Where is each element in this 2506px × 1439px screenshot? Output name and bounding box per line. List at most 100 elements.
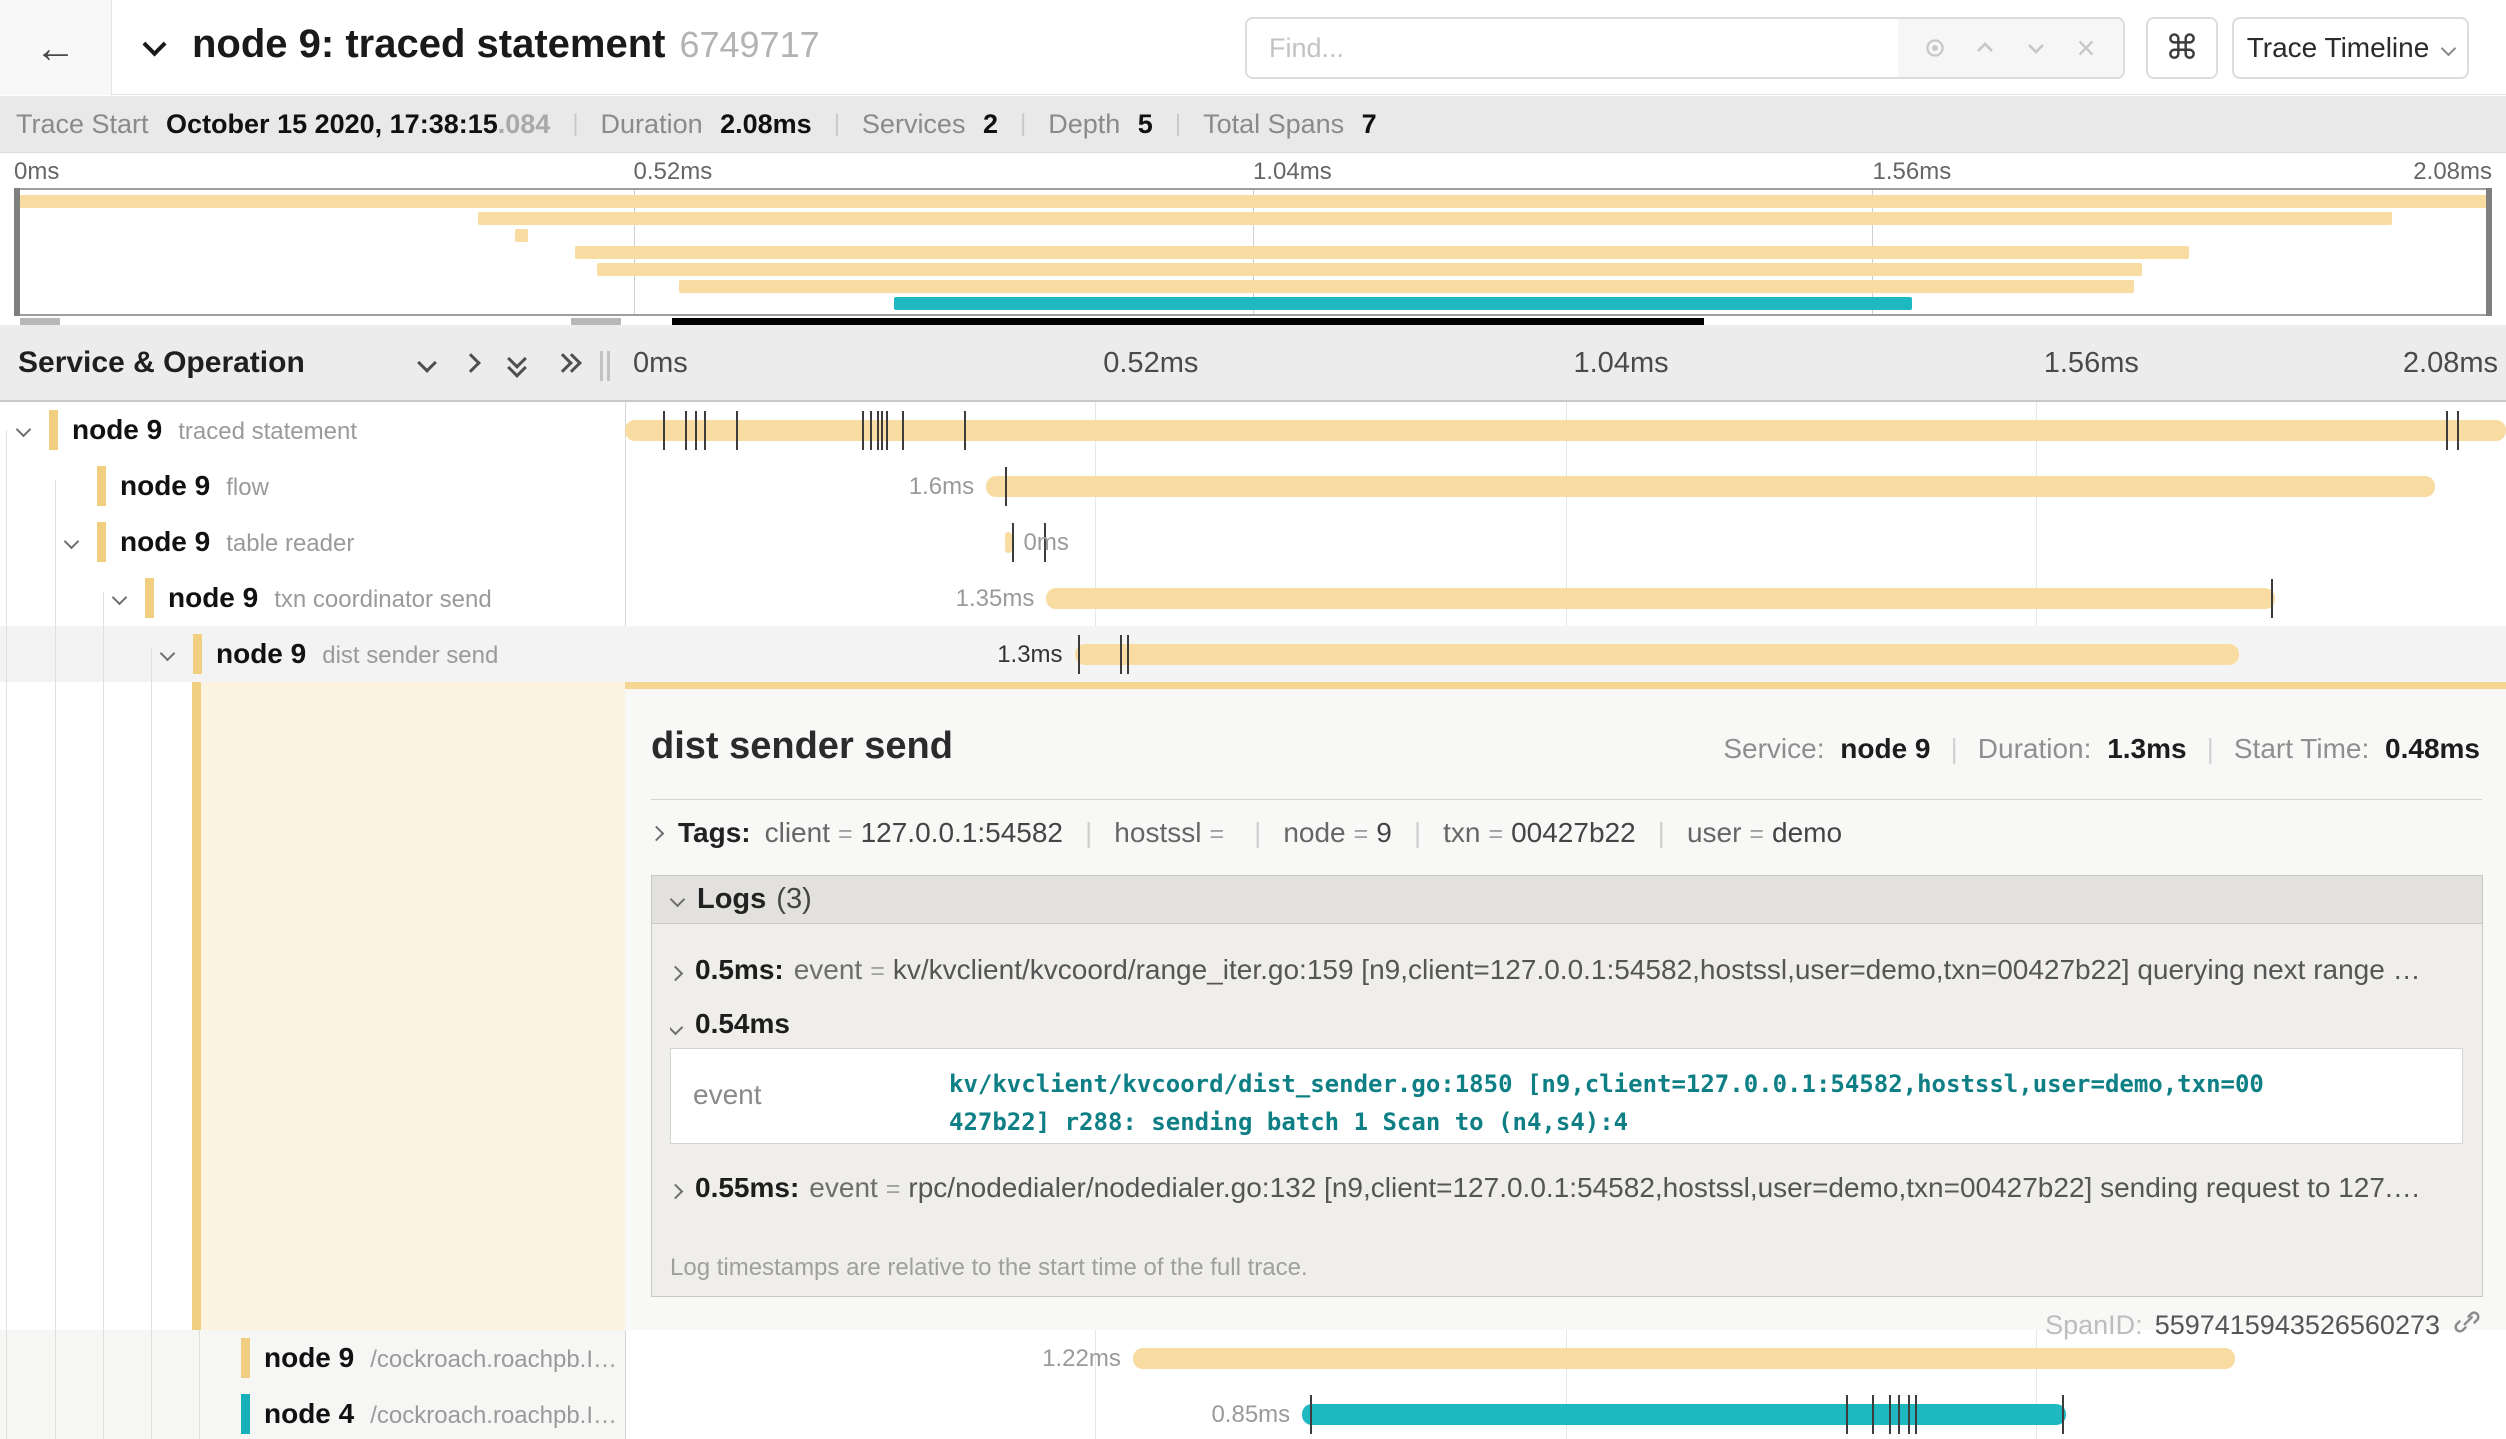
- span-service-name: node 9table reader: [120, 526, 354, 558]
- timeline-tick-label: 2.08ms: [2403, 347, 2498, 380]
- span-row-timeline[interactable]: 0.85ms: [625, 1386, 2506, 1439]
- logs-header[interactable]: Logs (3): [652, 876, 2482, 924]
- trace-collapse-toggle[interactable]: [146, 36, 163, 58]
- tree-depth-guide: [6, 430, 7, 1439]
- trace-stat: Services 2: [862, 109, 998, 140]
- separator: |: [834, 110, 840, 138]
- trace-stat: Total Spans 7: [1203, 109, 1377, 140]
- span-row-name[interactable]: node 9txn coordinator send: [0, 570, 625, 626]
- clear-search-icon[interactable]: [2073, 35, 2099, 61]
- view-selector-label: Trace Timeline: [2247, 32, 2430, 64]
- log-marker-tick: [870, 411, 872, 450]
- service-color-accent: [241, 1338, 250, 1378]
- log-marker-tick: [886, 411, 888, 450]
- logs-count: (3): [776, 883, 811, 916]
- span-row-timeline[interactable]: 0ms: [625, 514, 2506, 570]
- span-service-name: node 9txn coordinator send: [168, 582, 492, 614]
- service-operation-label: Service & Operation: [18, 346, 305, 380]
- chevron-right-icon: [649, 825, 665, 841]
- separator: |: [1414, 817, 1421, 849]
- span-row-name[interactable]: node 9/cockroach.roachpb.I…: [0, 1330, 625, 1386]
- log-marker-tick: [964, 411, 966, 450]
- prev-result-icon[interactable]: [1972, 35, 1998, 61]
- span-row-name[interactable]: node 9table reader: [0, 514, 625, 570]
- span-duration-bar[interactable]: [1075, 644, 2239, 665]
- span-detail-title: dist sender send: [651, 725, 953, 768]
- log-marker-tick: [877, 411, 879, 450]
- tree-depth-guide: [151, 648, 152, 1439]
- service-color-accent: [193, 634, 202, 674]
- minimap-scrubber-left[interactable]: [14, 188, 20, 316]
- trace-timeline-page: ← node 9: traced statement6749717: [0, 0, 2506, 1439]
- tag-item: txn=00427b22: [1443, 817, 1636, 849]
- find-group: [1245, 17, 2125, 79]
- tree-collapse-icon[interactable]: [162, 646, 173, 664]
- expand-all-icon[interactable]: [558, 350, 578, 376]
- log-marker-tick: [1889, 1395, 1891, 1434]
- timeline-tick-label: 1.56ms: [2044, 347, 2139, 380]
- span-duration-bar[interactable]: [1302, 1404, 2066, 1425]
- log-event-box: eventkv/kvclient/kvcoord/dist_sender.go:…: [670, 1048, 2463, 1144]
- log-marker-tick: [2271, 579, 2273, 618]
- minimap-scroll-nub[interactable]: [571, 318, 621, 325]
- back-arrow-icon: ←: [35, 24, 77, 72]
- find-input[interactable]: [1247, 19, 1898, 77]
- log-entry[interactable]: 0.5ms:event=kv/kvclient/kvcoord/range_it…: [670, 954, 2464, 986]
- minimap-scrubber-right[interactable]: [2486, 188, 2492, 316]
- span-row-timeline[interactable]: 1.3ms: [625, 626, 2506, 682]
- locate-icon[interactable]: [1922, 35, 1948, 61]
- selected-span-tree-fill: [201, 682, 625, 1330]
- log-marker-tick: [2062, 1395, 2064, 1434]
- minimap-tick-label: 0ms: [14, 158, 59, 186]
- column-resize-handle[interactable]: [600, 351, 614, 381]
- span-service-name: node 9flow: [120, 470, 269, 502]
- minimap-axis: 0ms0.52ms1.04ms1.56ms2.08ms: [0, 158, 2506, 188]
- tags-row[interactable]: Tags:client=127.0.0.1:54582|hostssl=|nod…: [651, 817, 2482, 849]
- back-button[interactable]: ←: [0, 0, 112, 95]
- minimap-scrollbar[interactable]: [672, 318, 1704, 325]
- span-duration-bar[interactable]: [625, 420, 2506, 441]
- span-duration-bar[interactable]: [986, 476, 2434, 497]
- span-duration-bar[interactable]: [1133, 1348, 2235, 1369]
- collapse-one-icon[interactable]: [417, 353, 437, 373]
- span-duration-bar[interactable]: [1005, 532, 1012, 553]
- span-duration-label: 1.3ms: [625, 641, 1063, 669]
- separator: |: [572, 110, 578, 138]
- minimap-span-bar: [597, 263, 2142, 276]
- span-row-timeline[interactable]: [625, 402, 2506, 458]
- trace-name: node 9: traced statement: [192, 22, 665, 66]
- span-row-timeline[interactable]: 1.35ms: [625, 570, 2506, 626]
- span-row-name[interactable]: node 9flow: [0, 458, 625, 514]
- detail-stat: Duration: 1.3ms: [1978, 733, 2187, 764]
- tree-collapse-icon[interactable]: [18, 422, 29, 440]
- minimap-tick-label: 1.56ms: [1873, 158, 1952, 186]
- keyboard-shortcuts-button[interactable]: ⌘: [2146, 17, 2218, 79]
- log-marker-tick: [1908, 1395, 1910, 1434]
- timeline-tick-label: 1.04ms: [1574, 347, 1669, 380]
- tree-collapse-icon[interactable]: [114, 590, 125, 608]
- view-selector-button[interactable]: Trace Timeline: [2232, 17, 2469, 79]
- deep-link-icon[interactable]: [2452, 1307, 2482, 1344]
- tree-collapse-icon[interactable]: [66, 534, 77, 552]
- minimap-scroll-nub[interactable]: [20, 318, 60, 325]
- trace-minimap[interactable]: [14, 188, 2492, 316]
- span-row-name[interactable]: node 4/cockroach.roachpb.I…: [0, 1386, 625, 1439]
- log-entry[interactable]: 0.54ms: [670, 1008, 2464, 1040]
- span-row-timeline[interactable]: 1.6ms: [625, 458, 2506, 514]
- span-row-name[interactable]: node 9traced statement: [0, 402, 625, 458]
- timeline-axis: 0ms0.52ms1.04ms1.56ms2.08ms: [625, 325, 2506, 400]
- next-result-icon[interactable]: [2023, 35, 2049, 61]
- logs-footnote: Log timestamps are relative to the start…: [670, 1254, 1308, 1282]
- divider: [651, 799, 2482, 800]
- log-entry[interactable]: 0.55ms:event=rpc/nodedialer/nodedialer.g…: [670, 1172, 2464, 1204]
- span-row-name[interactable]: node 9dist sender send: [0, 626, 625, 682]
- tree-depth-guide: [199, 1330, 200, 1439]
- log-marker-tick: [1310, 1395, 1312, 1434]
- trace-info-bar: Trace Start October 15 2020, 17:38:15.08…: [0, 96, 2506, 153]
- log-marker-tick: [1005, 467, 1007, 506]
- span-duration-bar[interactable]: [1046, 588, 2274, 609]
- log-marker-tick: [2446, 411, 2448, 450]
- collapse-all-icon[interactable]: [508, 350, 528, 376]
- minimap-span-bar: [515, 229, 527, 242]
- expand-one-icon[interactable]: [461, 353, 481, 373]
